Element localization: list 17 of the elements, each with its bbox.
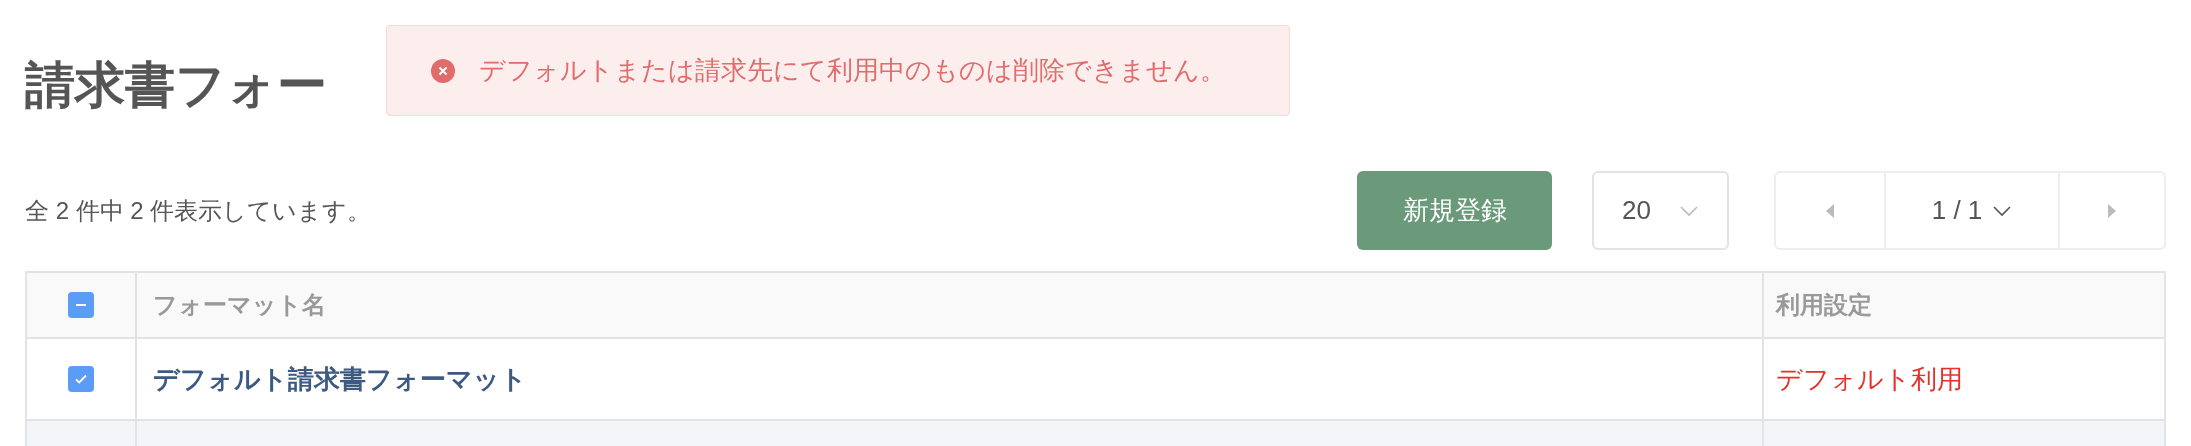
- page-size-select[interactable]: 20: [1592, 171, 1729, 250]
- error-message: デフォルトまたは請求先にて利用中のものは削除できません。: [479, 54, 1226, 87]
- result-count: 全 2 件中 2 件表示しています。: [25, 195, 372, 226]
- usage-cell-text: デフォルト利用: [1776, 362, 1963, 396]
- triangle-left-icon: [1825, 203, 1835, 218]
- error-icon: [431, 58, 455, 83]
- format-name-link[interactable]: デフォルト請求書フォーマット: [153, 359, 527, 399]
- page-select[interactable]: 1 / 1: [1884, 173, 2060, 248]
- chevron-down-icon: [1679, 204, 1699, 217]
- minus-icon: [76, 304, 86, 306]
- checkbox[interactable]: [68, 292, 94, 318]
- checkbox[interactable]: [68, 366, 94, 392]
- chevron-down-icon: [1992, 204, 2013, 217]
- triangle-right-icon: [2107, 203, 2117, 218]
- column-header: 利用設定: [1776, 290, 1872, 320]
- page-title: 請求書フォー: [25, 56, 327, 115]
- column-header: フォーマット名: [153, 290, 326, 320]
